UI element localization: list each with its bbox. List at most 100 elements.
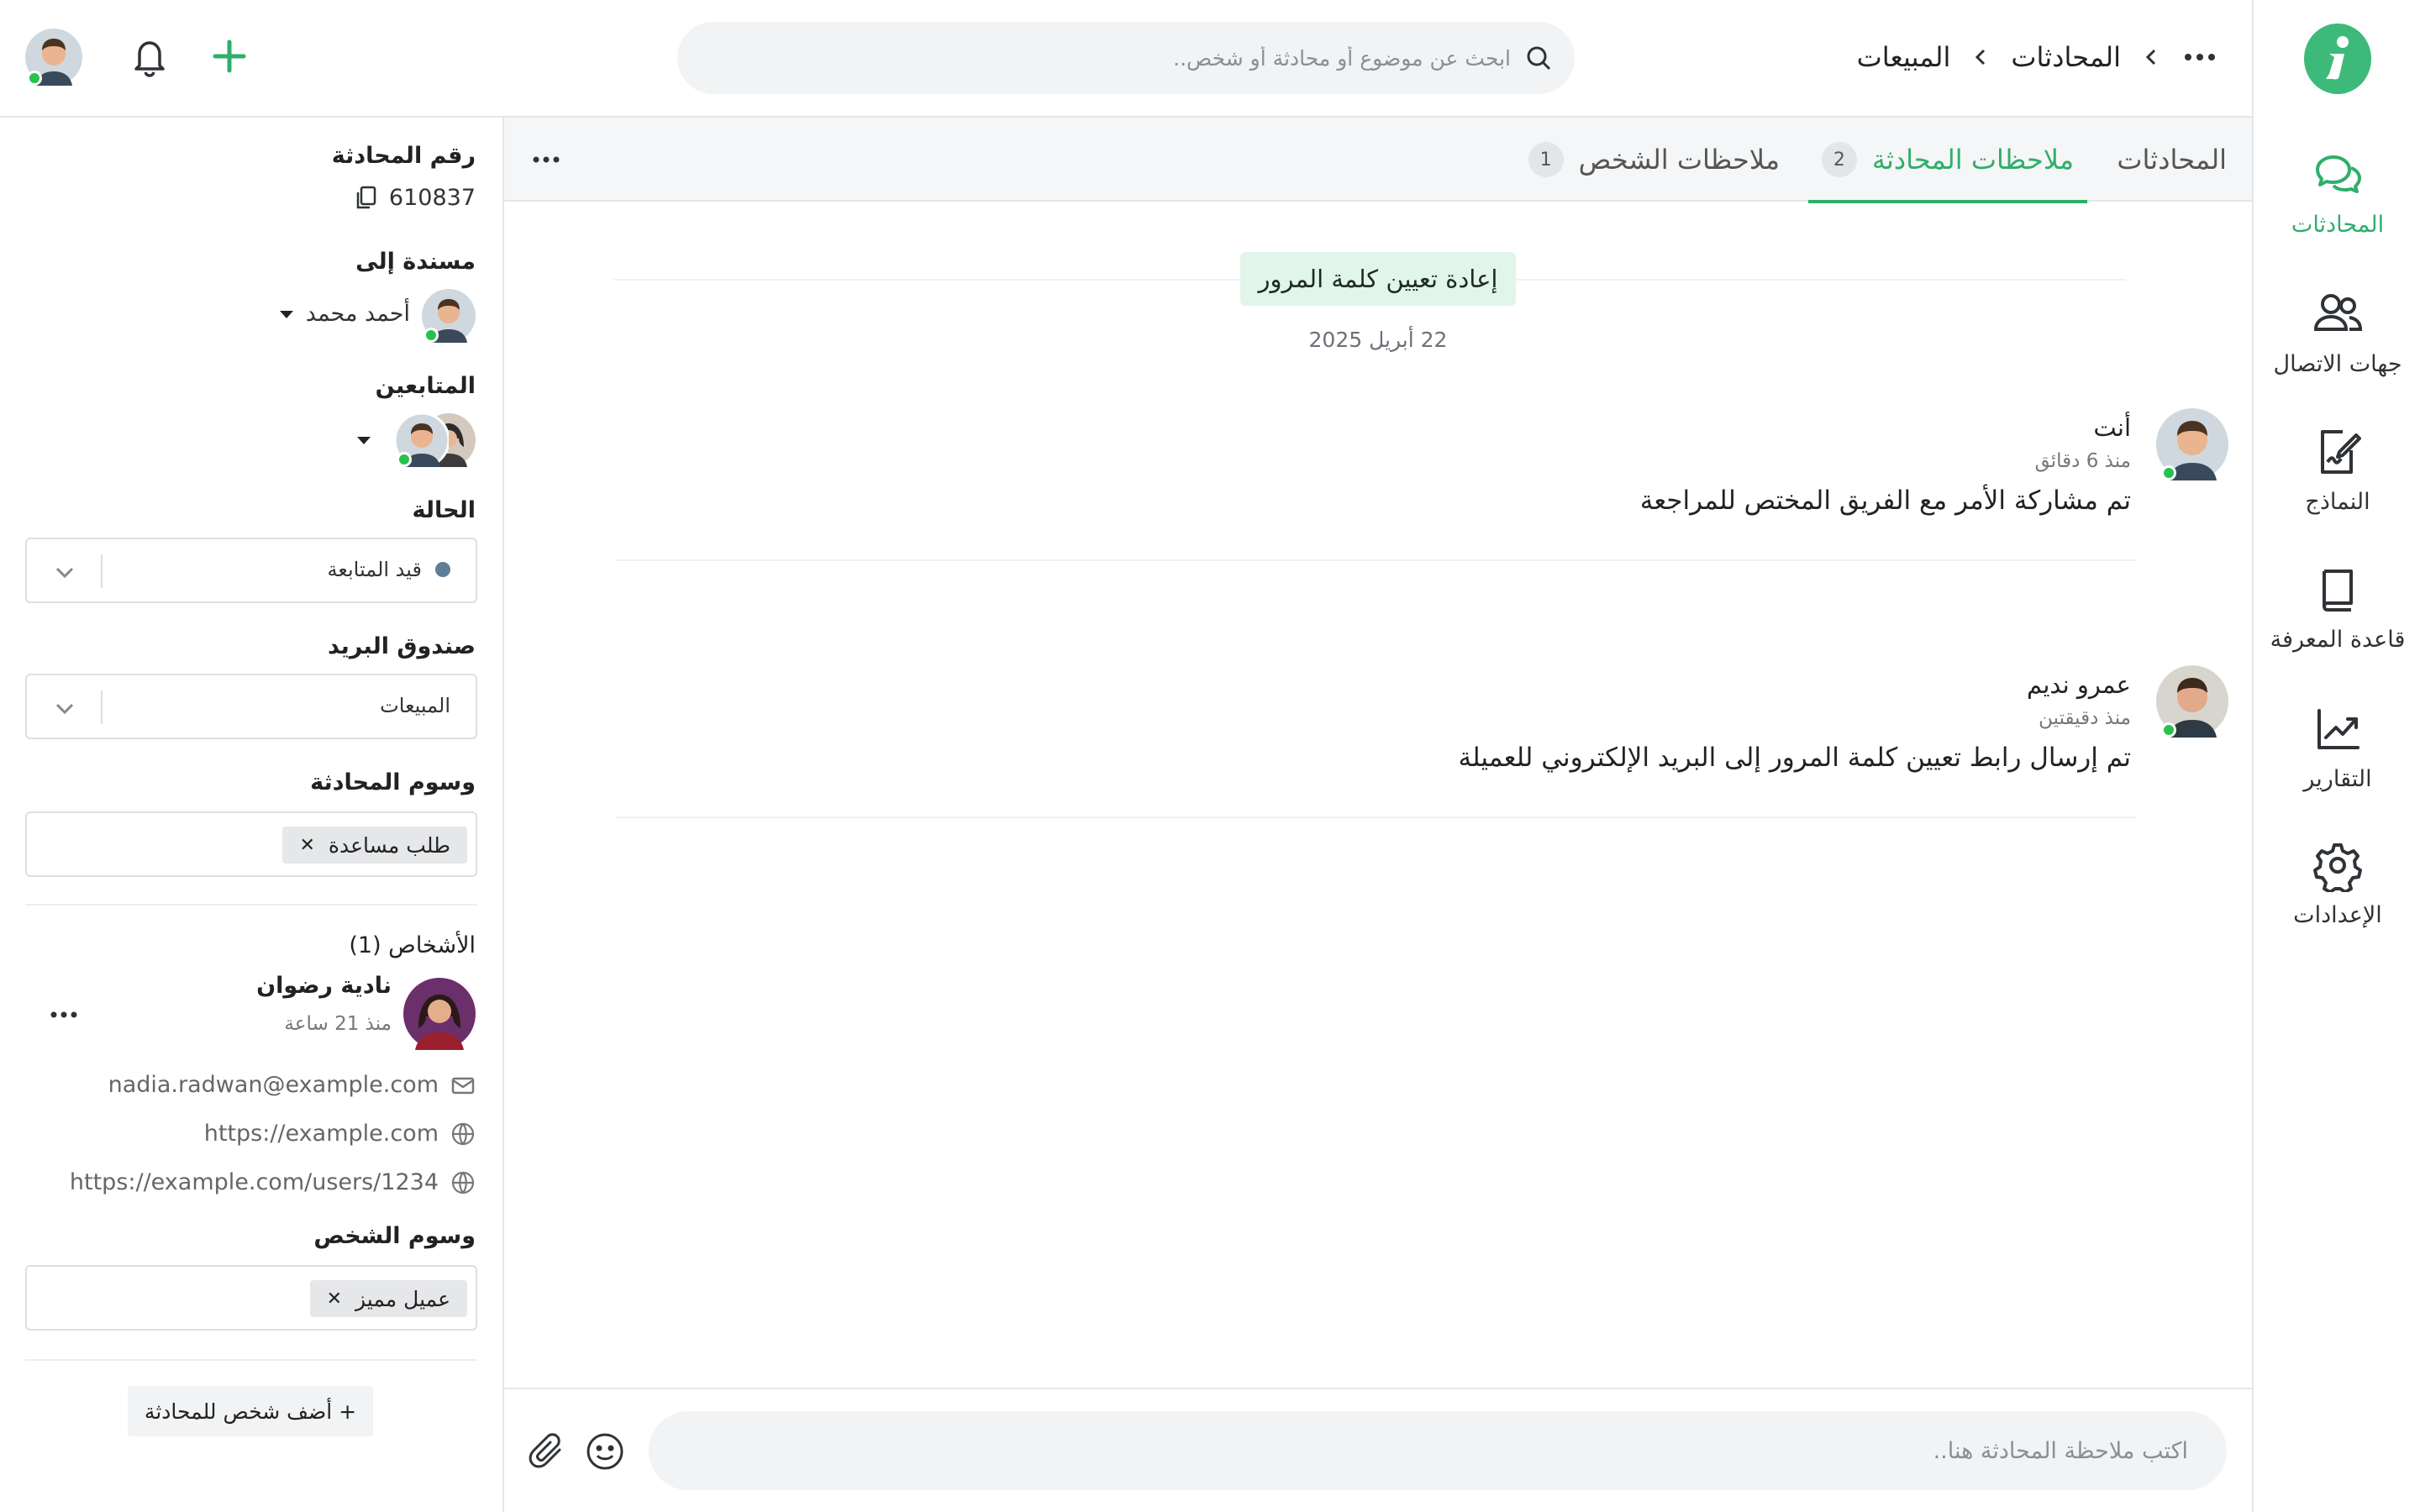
bell-icon[interactable] (131, 37, 168, 77)
author-avatar[interactable] (2156, 408, 2228, 480)
message-text: تم إرسال رابط تعيين كلمة المرور إلى البر… (1458, 743, 2131, 773)
chat-icon (2316, 155, 2361, 193)
person-tags-label: وسوم الشخص (313, 1223, 476, 1249)
avatar-image (403, 978, 476, 1050)
message-text: تم مشاركة الأمر مع الفريق المختص للمراجع… (1639, 486, 2131, 516)
breadcrumb-sales[interactable]: المبيعات (1857, 41, 1951, 73)
more-options-icon[interactable] (47, 1006, 81, 1023)
tab-person-notes[interactable]: ملاحظات الشخص 1 (1528, 118, 1780, 202)
status-value-wrap: قيد المتابعة (328, 558, 450, 581)
divider (25, 1359, 477, 1361)
search-input[interactable] (677, 45, 1524, 71)
online-status-dot (424, 328, 439, 343)
nav-label: المحادثات (2291, 212, 2385, 238)
status-select[interactable]: قيد المتابعة (25, 538, 477, 603)
chevron-left-icon (2145, 49, 2156, 66)
chevron-down-icon (55, 567, 74, 579)
nav-label: الإعدادات (2293, 902, 2382, 928)
tab-conversations[interactable]: المحادثات (2117, 118, 2227, 202)
emoji-icon[interactable] (585, 1431, 625, 1472)
message-time: منذ دقيقتين (2039, 707, 2131, 729)
person-profile-url[interactable]: https://example.com/users/1234 (70, 1169, 439, 1195)
nav-item-forms[interactable]: النماذج (2254, 425, 2420, 515)
person-avatar[interactable] (403, 978, 476, 1050)
follower-avatar (395, 413, 449, 467)
nav-item-knowledge-base[interactable]: قاعدة المعرفة (2254, 563, 2420, 653)
nav-label: جهات الاتصال (2273, 351, 2402, 377)
status-label: الحالة (412, 497, 476, 523)
person-website[interactable]: https://example.com (204, 1121, 439, 1147)
tab-label: المحادثات (2117, 144, 2227, 176)
notes-thread: إعادة تعيين كلمة المرور 22 أبريل 2025 أن… (504, 203, 2252, 1388)
chevron-left-icon (1975, 49, 1986, 66)
tab-count-badge: 2 (1821, 142, 1857, 177)
nav-item-reports[interactable]: التقارير (2254, 702, 2420, 792)
remove-tag-icon[interactable]: ✕ (327, 1289, 342, 1310)
tag-chip: طلب مساعدة ✕ (282, 827, 467, 864)
gear-icon (2313, 843, 2362, 892)
conversation-id: 610837 (388, 185, 476, 211)
person-profile-row: https://example.com/users/1234 (70, 1169, 476, 1195)
assigned-label: مسندة إلى (355, 249, 476, 275)
tag-label: طلب مساعدة (328, 832, 450, 858)
note-input[interactable] (649, 1437, 2188, 1464)
more-options-icon[interactable] (528, 141, 565, 178)
caret-down-icon (279, 310, 293, 318)
breadcrumb-conversations[interactable]: المحادثات (2011, 41, 2121, 73)
status-dot (435, 562, 450, 577)
breadcrumb: المحادثات المبيعات (1857, 34, 2218, 81)
attachment-icon[interactable] (528, 1431, 568, 1472)
note-composer (504, 1388, 2252, 1512)
person-website-row: https://example.com (204, 1121, 476, 1147)
assignee-dropdown[interactable]: أحمد محمد (279, 301, 410, 327)
status-value: قيد المتابعة (327, 558, 422, 581)
nav-item-settings[interactable]: الإعدادات (2254, 838, 2420, 928)
select-divider (101, 554, 103, 588)
contacts-icon (2313, 294, 2363, 331)
inbox-value: المبيعات (380, 694, 450, 717)
remove-tag-icon[interactable]: ✕ (299, 835, 314, 856)
select-divider (101, 690, 103, 724)
person-tags-input[interactable]: عميل مميز ✕ (25, 1265, 477, 1331)
divider (615, 816, 2136, 818)
copy-icon[interactable] (354, 186, 377, 211)
inbox-select[interactable]: المبيعات (25, 674, 477, 739)
add-icon[interactable] (212, 39, 247, 74)
search-bar[interactable] (677, 22, 1575, 94)
add-person-button[interactable]: + أضف شخص للمحادثة (128, 1386, 373, 1436)
conversation-tags-label: وسوم المحادثة (310, 769, 476, 795)
inbox-label: صندوق البريد (328, 633, 476, 659)
online-status-dot (397, 452, 412, 467)
conversation-id-row: 610837 (354, 185, 476, 211)
nav-item-contacts[interactable]: جهات الاتصال (2254, 287, 2420, 377)
tab-conversation-notes[interactable]: ملاحظات المحادثة 2 (1807, 118, 2088, 203)
nav-item-conversations[interactable]: المحادثات (2254, 148, 2420, 238)
logo-icon (2326, 36, 2349, 80)
caret-down-icon[interactable] (356, 435, 371, 445)
tab-label: ملاحظات المحادثة (1871, 144, 2074, 176)
conversation-subject: إعادة تعيين كلمة المرور (1240, 252, 1516, 306)
app-logo[interactable] (2304, 24, 2371, 94)
tag-chip: عميل مميز ✕ (309, 1280, 467, 1317)
nav-rail: المحادثات جهات الاتصال النماذج قاعدة الم… (2252, 0, 2420, 1512)
person-email[interactable]: nadia.radwan@example.com (108, 1072, 439, 1098)
conversation-tabs: المحادثات ملاحظات المحادثة 2 ملاحظات الش… (504, 118, 2252, 203)
user-avatar[interactable] (25, 29, 82, 86)
globe-icon (451, 1122, 475, 1145)
conversation-tags-input[interactable]: طلب مساعدة ✕ (25, 811, 477, 877)
search-icon (1527, 46, 1551, 71)
more-icon[interactable] (2181, 39, 2218, 76)
author-avatar[interactable] (2156, 665, 2228, 738)
note-input-wrapper[interactable] (649, 1411, 2227, 1490)
people-label: الأشخاص (1) (349, 932, 476, 958)
author-name: عمرو نديم (2027, 670, 2131, 699)
assignee-name: أحمد محمد (305, 301, 410, 327)
nav-label: قاعدة المعرفة (2270, 627, 2406, 653)
thread-date: 22 أبريل 2025 (1308, 328, 1448, 352)
conversation-id-label: رقم المحادثة (331, 143, 476, 169)
nav-label: النماذج (2305, 489, 2370, 515)
tab-label: ملاحظات الشخص (1578, 144, 1780, 176)
person-email-row: nadia.radwan@example.com (108, 1072, 476, 1098)
person-name[interactable]: نادية رضوان (256, 973, 392, 999)
online-status-dot (2161, 465, 2176, 480)
